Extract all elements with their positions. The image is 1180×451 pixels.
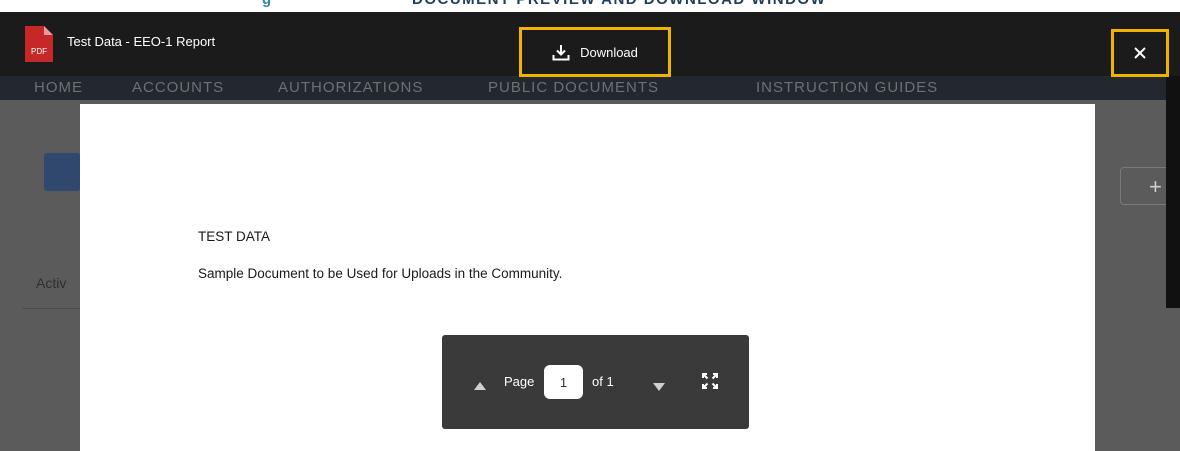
download-button[interactable]: Download: [519, 27, 671, 77]
nav-item-home[interactable]: HOME: [34, 79, 83, 96]
background-nav: HOME ACCOUNTS AUTHORIZATIONS PUBLIC DOCU…: [0, 76, 1180, 100]
page-total-label: of 1: [592, 374, 614, 389]
file-title: Test Data - EEO-1 Report: [67, 34, 216, 49]
caption-figure-label: g: [262, 0, 271, 8]
nav-item-accounts[interactable]: ACCOUNTS: [132, 79, 224, 96]
document-body-text: Sample Document to be Used for Uploads i…: [198, 266, 563, 281]
page-label: Page: [504, 374, 535, 389]
background-divider: [22, 308, 80, 309]
triangle-up-icon[interactable]: [474, 377, 486, 395]
caption-text: DOCUMENT PREVIEW AND DOWNLOAD WINDOW: [412, 0, 826, 8]
fit-to-page-icon[interactable]: [702, 373, 718, 394]
document-title: TEST DATA: [198, 229, 271, 244]
pdf-file-icon: PDF: [25, 26, 53, 62]
page-navigator: Page of 1: [442, 335, 749, 429]
nav-item-instruction-guides[interactable]: INSTRUCTION GUIDES: [756, 79, 938, 96]
pdf-badge-text: PDF: [31, 47, 47, 56]
triangle-down-icon[interactable]: [653, 378, 665, 396]
background-tab-label[interactable]: Activ: [36, 275, 66, 291]
background-card-icon: [44, 153, 80, 191]
nav-item-authorizations[interactable]: AUTHORIZATIONS: [278, 79, 423, 96]
download-label: Download: [580, 44, 638, 60]
figure-caption: g DOCUMENT PREVIEW AND DOWNLOAD WINDOW: [0, 0, 1180, 12]
page-number-input[interactable]: [544, 365, 583, 399]
download-icon: [552, 44, 570, 60]
nav-item-public-documents[interactable]: PUBLIC DOCUMENTS: [488, 79, 659, 96]
close-button[interactable]: [1111, 29, 1169, 77]
close-icon: [1134, 47, 1146, 59]
